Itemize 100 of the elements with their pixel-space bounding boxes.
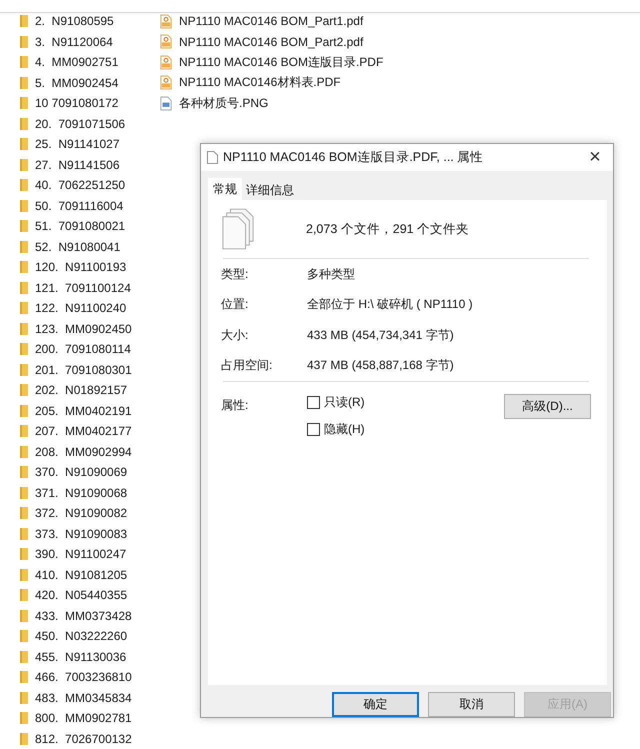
folder-name[interactable]: 466. 7003236810 bbox=[35, 670, 132, 684]
property-value: 433 MB (454,734,341 字节) bbox=[307, 326, 454, 344]
folder-icon bbox=[20, 671, 28, 684]
image-file-icon bbox=[160, 96, 172, 111]
folder-icon bbox=[20, 732, 28, 745]
property-value: 多种类型 bbox=[307, 266, 355, 283]
folder-icon bbox=[20, 712, 28, 724]
folder-icon bbox=[20, 507, 28, 520]
folder-name[interactable]: 372. N91090082 bbox=[35, 506, 128, 520]
folder-name[interactable]: 122. N91100240 bbox=[35, 301, 126, 316]
folder-name[interactable]: 812. 7026700132 bbox=[35, 732, 132, 746]
folder-icon bbox=[20, 610, 28, 622]
folder-icon bbox=[20, 261, 28, 274]
folder-icon bbox=[20, 158, 28, 171]
folder-name[interactable]: 3. N91120064 bbox=[35, 34, 113, 49]
property-label: 位置: bbox=[221, 296, 250, 314]
property-label: 占用空间: bbox=[221, 357, 274, 374]
folder-name[interactable]: 450. N03222260 bbox=[35, 629, 128, 644]
advanced-button[interactable]: 高级(D)... bbox=[504, 394, 591, 419]
checkbox[interactable] bbox=[307, 396, 320, 409]
folder-icon bbox=[20, 56, 28, 68]
folder-icon bbox=[20, 220, 28, 232]
property-value: 437 MB (458,887,168 字节) bbox=[307, 357, 454, 374]
folder-icon bbox=[20, 466, 28, 478]
folder-icon bbox=[20, 179, 28, 192]
folder-name[interactable]: 120. N91100193 bbox=[35, 260, 126, 274]
folder-name[interactable]: 10 7091080172 bbox=[35, 96, 118, 110]
folder-name[interactable]: 433. MM0373428 bbox=[35, 608, 132, 623]
folder-name[interactable]: 40. 7062251250 bbox=[35, 178, 126, 192]
folder-name[interactable]: 208. MM0902994 bbox=[35, 444, 132, 459]
folder-name[interactable]: 410. N91081205 bbox=[35, 568, 128, 582]
folder-name[interactable]: 4. MM0902751 bbox=[35, 55, 118, 70]
multiple-files-icon bbox=[221, 208, 255, 250]
folder-name[interactable]: 2. N91080595 bbox=[35, 14, 114, 28]
document-icon bbox=[207, 151, 218, 164]
folder-name[interactable]: 420. N05440355 bbox=[35, 588, 128, 602]
folder-name[interactable]: 123. MM0902450 bbox=[35, 322, 132, 336]
file-name[interactable]: NP1110 MAC0146 BOM连版目录.PDF bbox=[179, 54, 384, 71]
folder-icon bbox=[20, 343, 28, 356]
file-name[interactable]: NP1110 MAC0146 BOM_Part1.pdf bbox=[179, 14, 364, 28]
folder-name[interactable]: 390. N91100247 bbox=[35, 547, 126, 562]
folder-name[interactable]: 207. MM0402177 bbox=[35, 424, 132, 438]
folder-name[interactable]: 27. N91141506 bbox=[35, 158, 120, 172]
folder-name[interactable]: 51. 7091080021 bbox=[35, 219, 126, 234]
folder-icon bbox=[20, 322, 28, 335]
folder-name[interactable]: 205. MM0402191 bbox=[35, 404, 132, 418]
folder-icon bbox=[20, 118, 28, 130]
folder-icon bbox=[20, 384, 28, 396]
tab[interactable]: 常规 bbox=[208, 178, 242, 200]
folder-icon bbox=[20, 97, 28, 110]
pdf-file-icon bbox=[160, 54, 172, 70]
checkbox-label: 隐藏(H) bbox=[324, 421, 365, 438]
folder-icon bbox=[20, 200, 28, 212]
folder-name[interactable]: 52. N91080041 bbox=[35, 240, 120, 254]
folder-icon bbox=[20, 282, 28, 294]
folder-icon bbox=[20, 364, 28, 376]
checkbox[interactable] bbox=[307, 423, 320, 436]
folder-icon bbox=[20, 548, 28, 560]
folder-name[interactable]: 202. N01892157 bbox=[35, 383, 128, 398]
folder-icon bbox=[20, 240, 28, 253]
folder-name[interactable]: 483. MM0345834 bbox=[35, 690, 132, 705]
folder-icon bbox=[20, 486, 28, 499]
file-name[interactable]: NP1110 MAC0146 BOM_Part2.pdf bbox=[179, 34, 364, 49]
folder-icon bbox=[20, 36, 28, 48]
folder-icon bbox=[20, 692, 28, 704]
folder-icon bbox=[20, 76, 28, 89]
folder-name[interactable]: 455. N91130036 bbox=[35, 650, 126, 664]
close-button[interactable]: × bbox=[577, 144, 613, 171]
property-label: 属性: bbox=[221, 397, 250, 414]
dialog-button[interactable]: 取消 bbox=[428, 692, 515, 717]
folder-icon bbox=[20, 446, 28, 458]
property-value: 全部位于 H:\ 破碎机 ( NP1110 ) bbox=[307, 296, 473, 314]
window-title: NP1110 MAC0146 BOM连版目录.PDF, ... 属性 bbox=[223, 149, 484, 166]
folder-icon bbox=[20, 15, 28, 28]
folder-name[interactable]: 5. MM0902454 bbox=[35, 76, 118, 90]
folder-icon bbox=[20, 302, 28, 314]
property-label: 类型: bbox=[221, 266, 250, 283]
pdf-file-icon bbox=[160, 34, 172, 50]
folder-icon bbox=[20, 589, 28, 602]
file-name[interactable]: 各种材质号.PNG bbox=[179, 94, 268, 112]
checkbox-label: 只读(R) bbox=[324, 394, 365, 411]
summary-text: 2,073 个文件，291 个文件夹 bbox=[306, 220, 470, 238]
dialog-button[interactable]: 确定 bbox=[332, 692, 419, 717]
folder-name[interactable]: 50. 7091116004 bbox=[35, 198, 124, 213]
folder-name[interactable]: 121. 7091100124 bbox=[35, 280, 131, 295]
folder-name[interactable]: 370. N91090069 bbox=[35, 465, 128, 480]
folder-name[interactable]: 800. MM0902781 bbox=[35, 711, 132, 726]
folder-icon bbox=[20, 425, 28, 438]
folder-icon bbox=[20, 404, 28, 417]
folder-icon bbox=[20, 528, 28, 540]
folder-name[interactable]: 371. N91090068 bbox=[35, 486, 128, 500]
folder-name[interactable]: 201. 7091080301 bbox=[35, 362, 132, 377]
folder-name[interactable]: 20. 7091071506 bbox=[35, 116, 126, 131]
property-label: 大小: bbox=[221, 326, 250, 344]
folder-name[interactable]: 25. N91141027 bbox=[35, 137, 120, 152]
folder-icon bbox=[20, 568, 28, 581]
file-name[interactable]: NP1110 MAC0146材料表.PDF bbox=[179, 74, 341, 92]
folder-icon bbox=[20, 138, 28, 150]
folder-name[interactable]: 373. N91090083 bbox=[35, 526, 128, 541]
folder-name[interactable]: 200. 7091080114 bbox=[35, 342, 131, 356]
